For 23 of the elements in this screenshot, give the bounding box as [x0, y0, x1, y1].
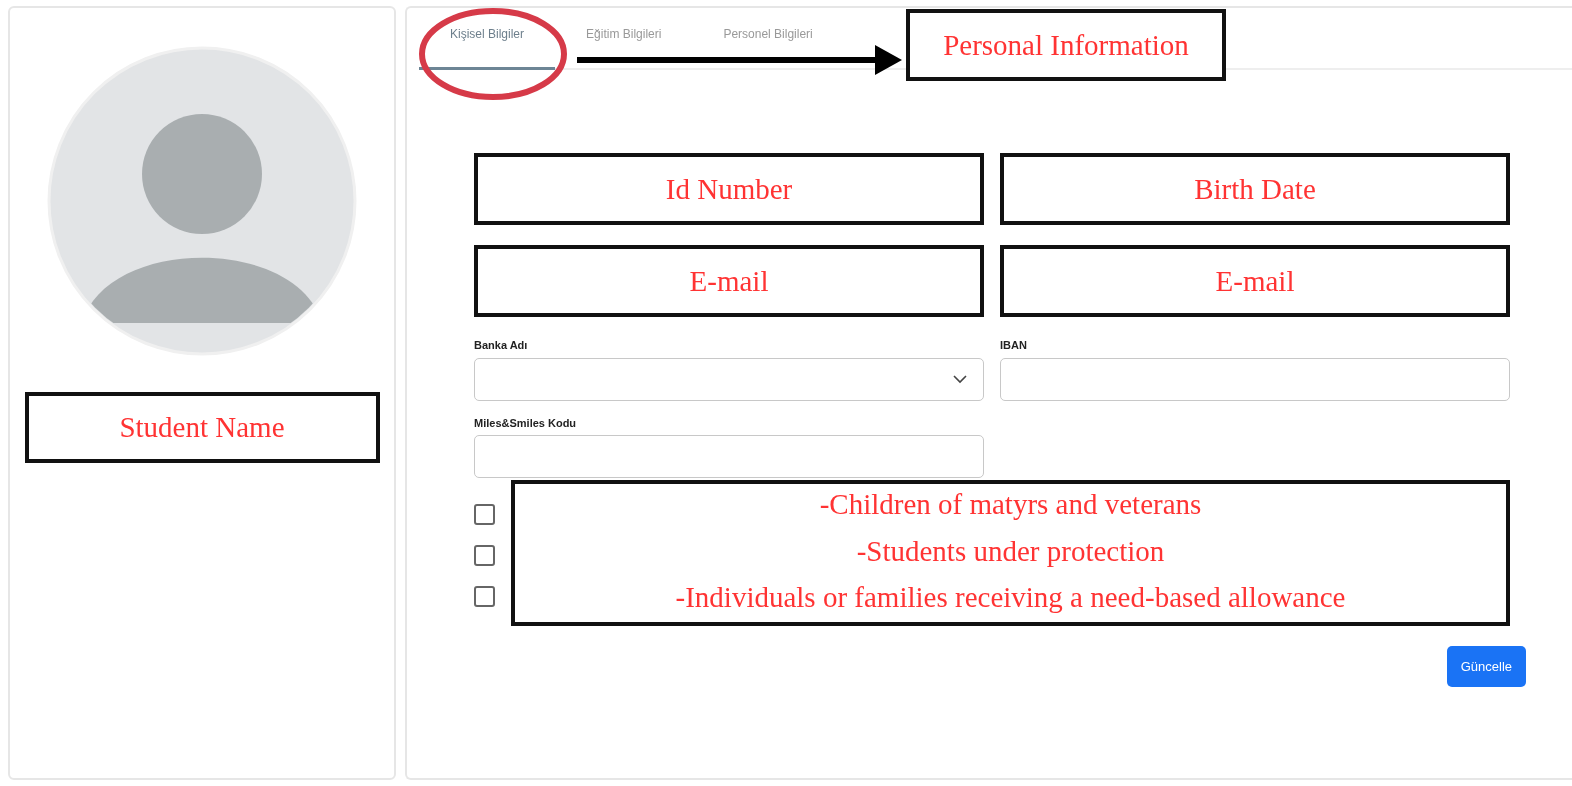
checkbox[interactable] [474, 504, 495, 525]
note-line: -Children of matyrs and veterans [818, 487, 1203, 523]
checkbox[interactable] [474, 586, 495, 607]
input-field[interactable] [474, 435, 984, 478]
note-line: -Students under protection [855, 533, 1166, 569]
field-label: IBAN [1000, 338, 1028, 353]
checkbox[interactable] [474, 545, 495, 566]
tab-title-note: Personal Information [906, 9, 1226, 81]
field-note: Id Number [474, 153, 984, 225]
field-note: Birth Date [1000, 153, 1510, 225]
field-note: E-mail [1000, 245, 1510, 317]
note-line: -Individuals or families receiving a need-based allowance [674, 580, 1347, 616]
field-label: Banka Adı [474, 338, 529, 353]
input-field[interactable] [1000, 357, 1510, 401]
tab[interactable]: Personel Bilgileri [692, 25, 844, 70]
tab[interactable]: Kişisel Bilgiler [419, 25, 556, 70]
tab[interactable]: Eğitim Bilgileri [555, 25, 693, 70]
select-field[interactable] [474, 357, 984, 401]
chevron-down-icon [953, 374, 967, 384]
field-note: E-mail [474, 245, 984, 317]
update-button[interactable]: Güncelle [1446, 646, 1526, 687]
field-label: Miles&Smiles Kodu [474, 415, 578, 431]
student-name-note: Student Name [24, 392, 380, 463]
